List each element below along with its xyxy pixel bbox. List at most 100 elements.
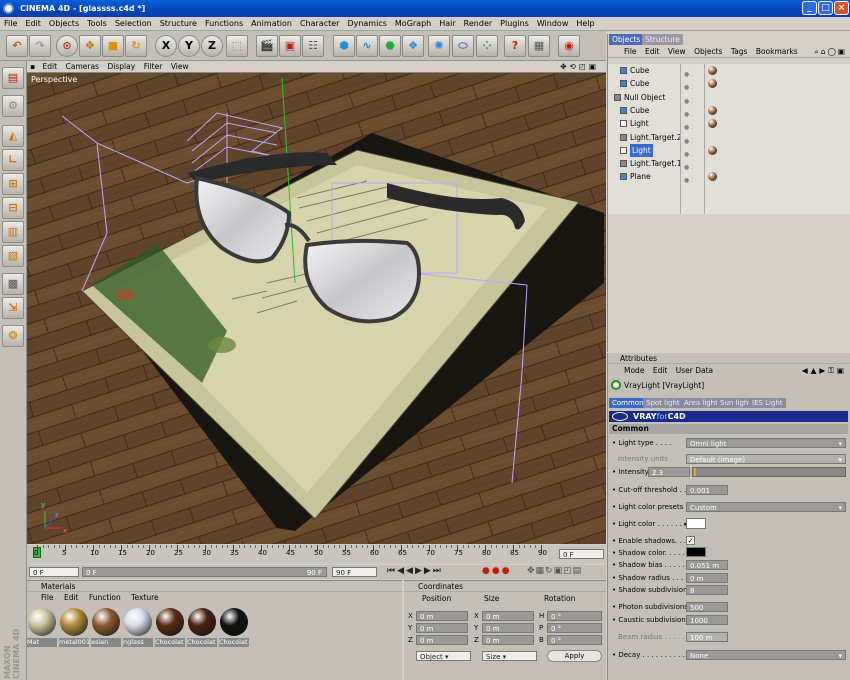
render-view-icon[interactable]: 🎬: [256, 35, 278, 57]
material-tag-icon[interactable]: [708, 145, 717, 155]
obj-menu-edit[interactable]: Edit: [645, 47, 660, 56]
shadow-color-swatch[interactable]: [686, 547, 706, 557]
shadow-radius-field[interactable]: 0 m: [686, 573, 728, 583]
materials-menu-edit[interactable]: Edit: [64, 593, 79, 602]
coord-rotation-field[interactable]: 0 °: [547, 611, 602, 621]
menu-selection[interactable]: Selection: [111, 17, 156, 31]
object-name[interactable]: Cube: [630, 104, 649, 117]
end-frame-field[interactable]: 90 F: [332, 567, 377, 577]
start-frame-field[interactable]: 0 F: [29, 567, 79, 577]
object-name[interactable]: Light.Target.1: [630, 157, 681, 170]
edges-mode-icon[interactable]: ⊟: [2, 197, 24, 219]
coord-mode-select[interactable]: Object ▾: [416, 651, 471, 661]
particle-object-icon[interactable]: ⁘: [476, 35, 498, 57]
material-swatch[interactable]: [60, 608, 88, 636]
tab-structure[interactable]: Structure: [642, 34, 683, 45]
coord-size-field[interactable]: 0 m: [482, 611, 534, 621]
texture-axis-icon[interactable]: ▩: [2, 273, 24, 295]
intensity-slider[interactable]: [692, 467, 846, 477]
object-row[interactable]: Light ● ⁚: [608, 143, 850, 158]
tab-spot-light[interactable]: Spot light: [643, 398, 683, 408]
decay-select[interactable]: None ▾: [686, 650, 846, 660]
intensity-units-select[interactable]: Default (image) ▾: [686, 454, 846, 464]
menu-help[interactable]: Help: [572, 17, 598, 31]
viewport-menu-display[interactable]: Display: [105, 61, 139, 73]
material-swatch[interactable]: [156, 608, 184, 636]
attr-menu-userdata[interactable]: User Data: [676, 366, 713, 375]
menu-structure[interactable]: Structure: [156, 17, 201, 31]
workplane-icon[interactable]: ⇲: [2, 297, 24, 319]
viewport-menu-edit[interactable]: Edit: [40, 61, 61, 73]
maximize-button[interactable]: □: [818, 1, 833, 15]
obj-menu-objects[interactable]: Objects: [694, 47, 722, 56]
coord-rotation-field[interactable]: 0 °: [547, 635, 602, 645]
viewport-menu-view[interactable]: View: [168, 61, 192, 73]
coord-position-field[interactable]: 0 m: [416, 611, 468, 621]
material-tag-icon[interactable]: [708, 172, 717, 182]
coord-size-select[interactable]: Size ▾: [482, 651, 537, 661]
menu-dynamics[interactable]: Dynamics: [343, 17, 390, 31]
object-name[interactable]: Light.Target.2: [630, 131, 681, 144]
light-type-select[interactable]: Omni light ▾: [686, 438, 846, 448]
material-swatch[interactable]: [124, 608, 152, 636]
materials-menu-texture[interactable]: Texture: [131, 593, 158, 602]
playback-controls[interactable]: ⏮◀◀▶▶⏭: [387, 566, 443, 576]
viewport-nav-icons[interactable]: ✥⟲◰▣: [557, 61, 602, 73]
coord-position-field[interactable]: 0 m: [416, 623, 468, 633]
render-settings-icon[interactable]: ☷: [302, 35, 324, 57]
object-name[interactable]: Light: [630, 143, 653, 157]
obj-menu-view[interactable]: View: [668, 47, 686, 56]
object-row[interactable]: Null Object ● ⁚: [608, 91, 850, 105]
object-row[interactable]: Light.Target.2 ● ⁚: [608, 131, 850, 145]
photon-field[interactable]: 500: [686, 602, 728, 612]
current-frame-field[interactable]: 0 F: [559, 549, 604, 559]
intensity-field[interactable]: 2.3: [648, 467, 690, 477]
menu-render[interactable]: Render: [460, 17, 496, 31]
object-name[interactable]: Null Object: [624, 91, 665, 104]
apply-button[interactable]: Apply: [547, 650, 602, 662]
viewport-perspective[interactable]: Perspective x y z: [27, 73, 606, 544]
obj-menu-bookmarks[interactable]: Bookmarks: [756, 47, 798, 56]
object-row[interactable]: Cube ● ⁚: [608, 77, 850, 91]
z-axis-button[interactable]: Z: [201, 35, 223, 57]
material-tag-icon[interactable]: [708, 119, 717, 129]
menu-objects[interactable]: Objects: [45, 17, 83, 31]
attr-menu-edit[interactable]: Edit: [653, 366, 668, 375]
coord-size-field[interactable]: 0 m: [482, 635, 534, 645]
menu-window[interactable]: Window: [533, 17, 573, 31]
scale-icon[interactable]: ■: [102, 35, 124, 57]
material-tag-icon[interactable]: [708, 105, 717, 115]
coord-position-field[interactable]: 0 m: [416, 635, 468, 645]
visibility-dots-icon[interactable]: ● ⁚: [684, 174, 693, 187]
color-presets-select[interactable]: Custom ▾: [686, 502, 846, 512]
polygons-mode-icon[interactable]: ▥: [2, 221, 24, 243]
cube-object-icon[interactable]: ⬢: [333, 35, 355, 57]
render-picture-viewer-icon[interactable]: ▣: [279, 35, 301, 57]
object-row[interactable]: Light ● ⁚: [608, 117, 850, 131]
viewport-menu-filter[interactable]: Filter: [141, 61, 166, 73]
materials-menu-function[interactable]: Function: [89, 593, 121, 602]
shadow-bias-field[interactable]: 0.051 m: [686, 560, 728, 570]
caustic-field[interactable]: 1000: [686, 615, 728, 625]
menu-functions[interactable]: Functions: [201, 17, 247, 31]
points-mode-icon[interactable]: ⊞: [2, 173, 24, 195]
menu-edit[interactable]: Edit: [21, 17, 45, 31]
tab-common[interactable]: Common: [609, 398, 647, 408]
material-swatch[interactable]: [92, 608, 120, 636]
layout-icon[interactable]: ▦: [528, 35, 550, 57]
spline-object-icon[interactable]: ∿: [356, 35, 378, 57]
x-axis-button[interactable]: X: [155, 35, 177, 57]
record-controls[interactable]: ●●●: [482, 566, 512, 576]
menu-hair[interactable]: Hair: [435, 17, 459, 31]
obj-menu-tags[interactable]: Tags: [731, 47, 748, 56]
shadow-subdiv-field[interactable]: 8: [686, 585, 728, 595]
nurbs-object-icon[interactable]: ⬣: [379, 35, 401, 57]
rotate-icon[interactable]: ↻: [125, 35, 147, 57]
tab-objects[interactable]: Objects: [609, 34, 644, 45]
menu-plugins[interactable]: Plugins: [496, 17, 533, 31]
coord-rotation-field[interactable]: 0 °: [547, 623, 602, 633]
timeline-ruler[interactable]: 0 5 10 15 20 25 30 35 40 45 50 55 60 65 70 75 80 85 90 0 F: [27, 545, 606, 564]
web-icon[interactable]: ◉: [558, 35, 580, 57]
menu-animation[interactable]: Animation: [247, 17, 296, 31]
enable-shadows-checkbox[interactable]: ✓: [686, 536, 695, 545]
